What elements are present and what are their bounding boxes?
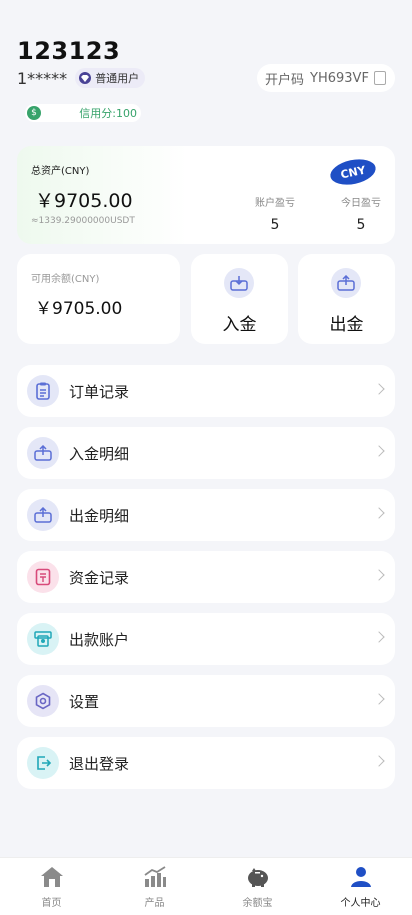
clipboard-icon <box>27 375 59 407</box>
menu-label: 出款账户 <box>69 630 130 649</box>
deposit-label: 入金 <box>222 315 257 335</box>
tab-products[interactable]: 产品 <box>103 858 206 915</box>
deposit-icon <box>224 268 254 298</box>
tab-label: 产品 <box>144 898 165 909</box>
menu-item-deposit-details[interactable]: 入金明细 <box>17 427 395 479</box>
credit-score: 信用分:100 <box>79 107 137 120</box>
account-pl: 账户盈亏 5 <box>245 194 305 233</box>
chevron-right-icon <box>373 445 385 457</box>
invite-label: 开户码 <box>265 72 305 88</box>
chevron-right-icon <box>373 569 385 581</box>
tab-profile[interactable]: 个人中心 <box>309 858 412 915</box>
available-amount: ￥9705.00 <box>35 299 123 319</box>
chevron-right-icon <box>373 631 385 643</box>
tab-yuebao[interactable]: 余额宝 <box>206 858 309 915</box>
level-label: 普通用户 <box>95 72 140 85</box>
tab-label: 余额宝 <box>242 898 273 909</box>
logout-icon <box>27 747 59 779</box>
menu-label: 订单记录 <box>69 382 130 401</box>
withdraw-icon <box>331 268 361 298</box>
account-pl-value: 5 <box>270 217 280 233</box>
menu-item-fund-records[interactable]: 资金记录 <box>17 551 395 603</box>
level-badge: 普通用户 <box>75 68 146 88</box>
withdraw-box-icon <box>27 499 59 531</box>
chevron-right-icon <box>373 693 385 705</box>
account-masked: 1***** <box>17 68 68 88</box>
profile-header: 123123 1***** 普通用户 开户码 YH693VF $ 信用分:100 <box>17 36 395 122</box>
menu-item-withdraw-details[interactable]: 出金明细 <box>17 489 395 541</box>
total-assets-amount: ￥9705.00 <box>35 190 133 212</box>
copy-icon[interactable] <box>374 71 386 85</box>
invite-code-box[interactable]: 开户码 YH693VF <box>257 64 395 92</box>
username: 123123 <box>17 37 121 65</box>
bottom-tab-bar: 首页 产品 余额宝 个人中心 <box>0 857 412 915</box>
withdraw-button[interactable]: 出金 <box>298 254 395 344</box>
menu-label: 出金明细 <box>69 506 130 525</box>
credit-icon: $ <box>27 106 41 120</box>
menu-item-payout-account[interactable]: 出款账户 <box>17 613 395 665</box>
chevron-right-icon <box>373 755 385 767</box>
available-balance-card: 可用余额(CNY) ￥9705.00 <box>17 254 180 344</box>
menu-label: 资金记录 <box>69 568 130 587</box>
diamond-icon <box>79 72 92 84</box>
settings-hex-icon <box>27 685 59 717</box>
chevron-right-icon <box>373 383 385 395</box>
home-icon <box>40 867 63 887</box>
credit-badge: $ 信用分:100 <box>25 104 141 122</box>
piggy-bank-icon <box>247 868 268 887</box>
menu-label: 退出登录 <box>69 754 130 773</box>
account-pl-label: 账户盈亏 <box>255 198 295 209</box>
tab-label: 首页 <box>41 898 62 909</box>
total-assets-usdt: ≈1339.29000000USDT <box>31 216 135 226</box>
invite-code: YH693VF <box>310 70 369 86</box>
menu-label: 设置 <box>69 692 100 711</box>
withdraw-label: 出金 <box>329 315 364 335</box>
menu-item-order-records[interactable]: 订单记录 <box>17 365 395 417</box>
deposit-button[interactable]: 入金 <box>191 254 288 344</box>
deposit-box-icon <box>27 437 59 469</box>
tab-home[interactable]: 首页 <box>0 858 103 915</box>
menu-item-settings[interactable]: 设置 <box>17 675 395 727</box>
today-pl: 今日盈亏 5 <box>331 194 391 233</box>
menu-label: 入金明细 <box>69 444 130 463</box>
chart-icon <box>143 866 166 887</box>
atm-card-icon <box>27 623 59 655</box>
tab-label: 个人中心 <box>340 898 381 909</box>
currency-badge: CNY <box>328 155 378 189</box>
chevron-right-icon <box>373 507 385 519</box>
fund-record-icon <box>27 561 59 593</box>
total-assets-card: 总资产(CNY) ￥9705.00 ≈1339.29000000USDT CNY… <box>17 146 395 244</box>
today-pl-label: 今日盈亏 <box>341 198 381 209</box>
today-pl-value: 5 <box>356 217 366 233</box>
menu-item-logout[interactable]: 退出登录 <box>17 737 395 789</box>
account-row: 1***** 普通用户 <box>17 68 146 88</box>
user-icon <box>350 867 371 887</box>
total-assets-label: 总资产(CNY) <box>31 166 90 177</box>
available-label: 可用余额(CNY) <box>31 274 100 285</box>
